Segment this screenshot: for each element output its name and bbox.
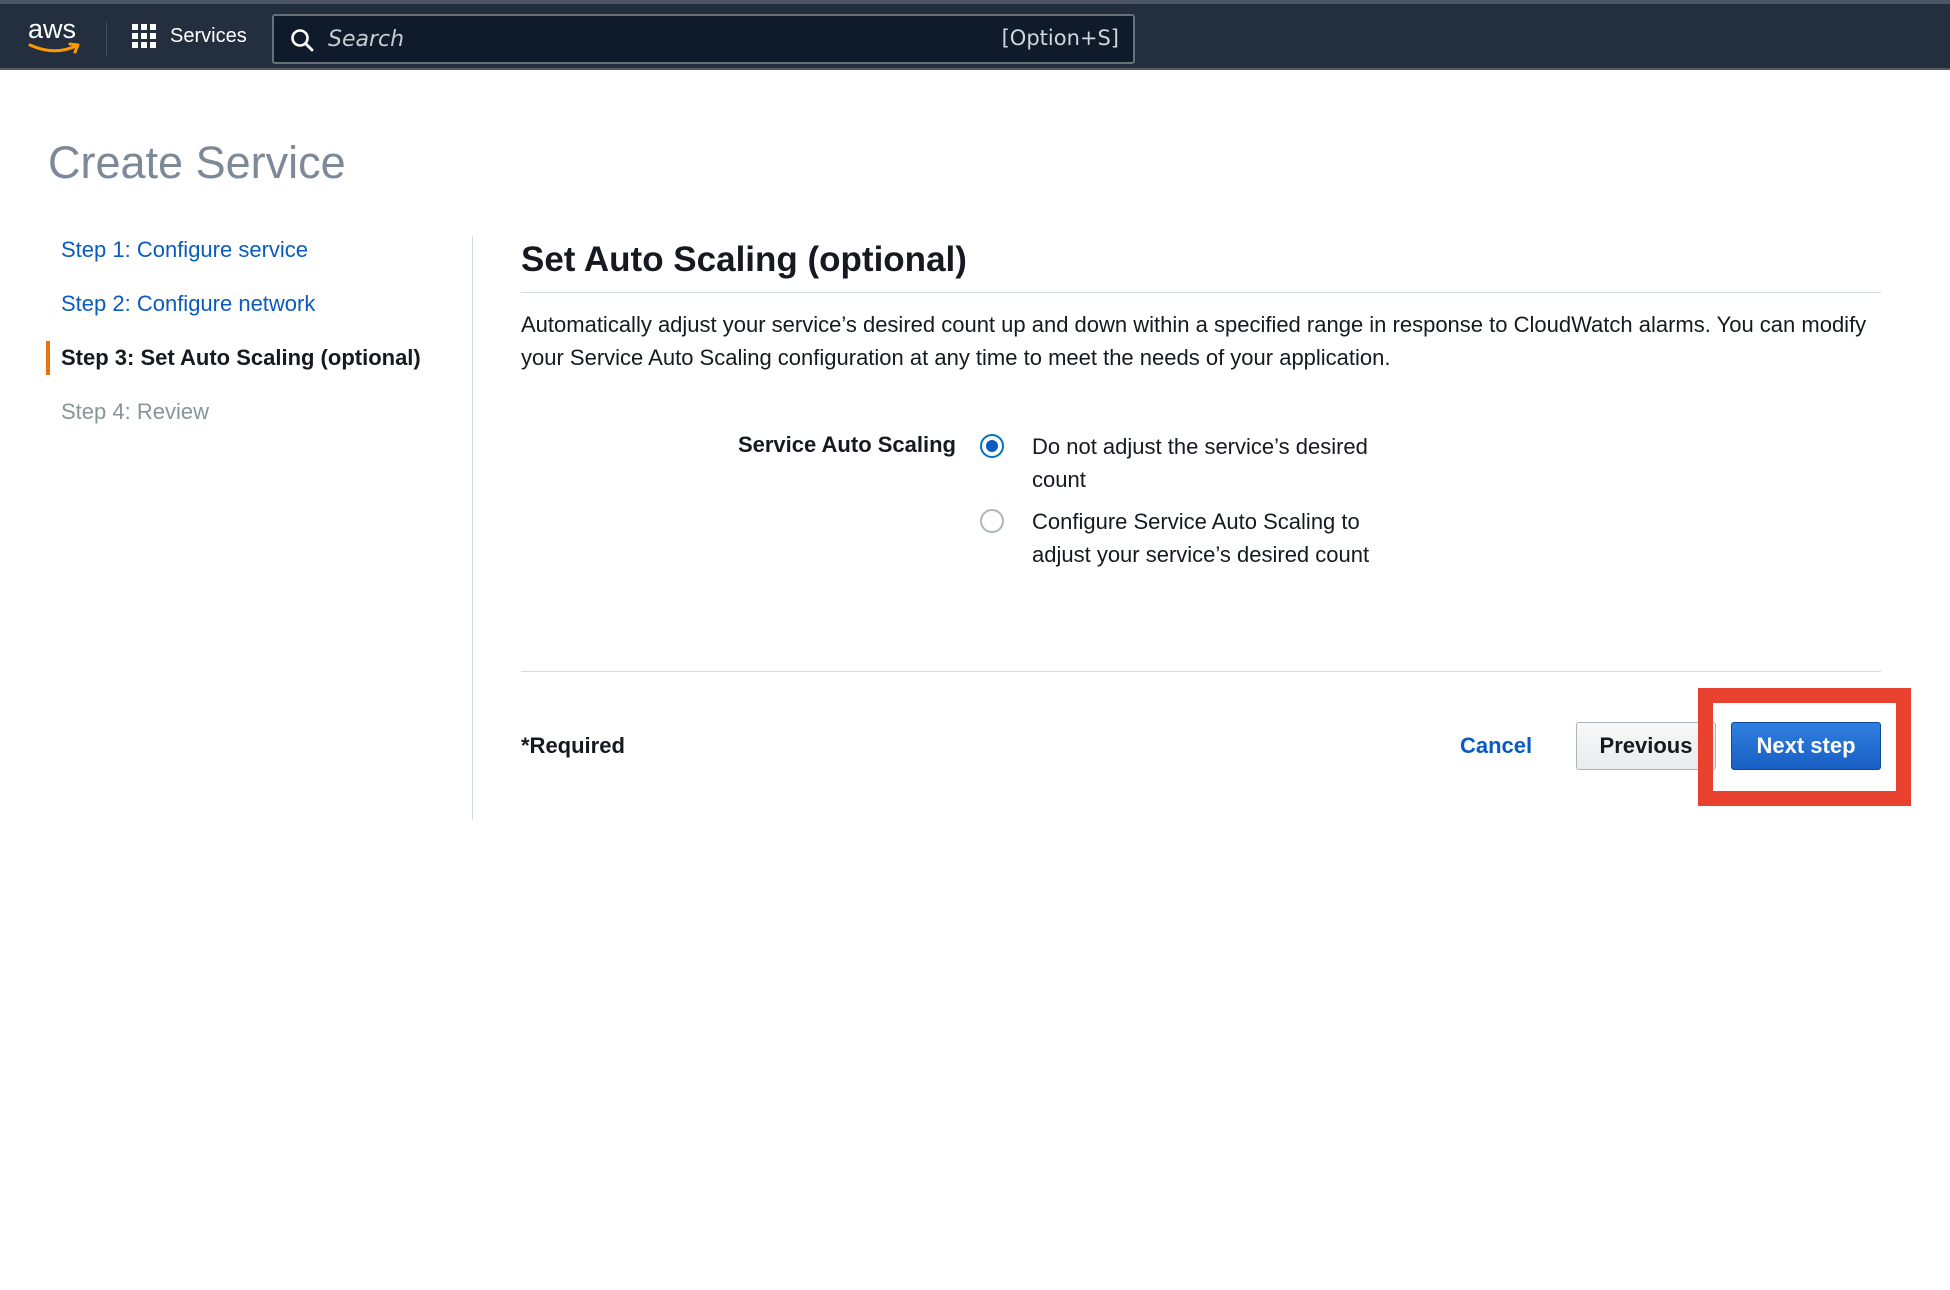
search-icon xyxy=(291,29,314,52)
step-1-configure-service-link[interactable]: Step 1: Configure service xyxy=(46,230,466,284)
radio-option-configure-auto-scaling[interactable]: Configure Service Auto Scaling to adjust… xyxy=(980,505,1400,571)
step-4-review-disabled: Step 4: Review xyxy=(61,399,209,424)
search-input[interactable] xyxy=(328,24,968,54)
top-navigation-bar: aws Services [Option+S] xyxy=(0,0,1950,70)
step-2-configure-network-link[interactable]: Step 2: Configure network xyxy=(46,284,466,338)
step-3-set-auto-scaling-current: Step 3: Set Auto Scaling (optional) xyxy=(46,338,466,392)
radio-option-do-not-adjust[interactable]: Do not adjust the service’s desired coun… xyxy=(980,430,1400,496)
service-auto-scaling-label: Service Auto Scaling xyxy=(737,432,956,457)
previous-button[interactable]: Previous xyxy=(1576,722,1716,770)
page-title: Create Service xyxy=(48,137,346,188)
sidebar-divider xyxy=(472,236,473,820)
wizard-steps-nav: Step 1: Configure service Step 2: Config… xyxy=(46,230,466,446)
aws-logo[interactable]: aws xyxy=(28,16,82,58)
radio-option-label: Configure Service Auto Scaling to adjust… xyxy=(1032,509,1370,567)
title-divider xyxy=(521,292,1881,293)
services-label: Services xyxy=(170,24,247,47)
search-shortcut-hint: [Option+S] xyxy=(1001,26,1119,50)
aws-logo-text: aws xyxy=(28,14,77,44)
radio-button-unselected[interactable] xyxy=(980,509,1004,533)
footer-divider xyxy=(521,671,1881,672)
cancel-link[interactable]: Cancel xyxy=(1460,733,1532,759)
required-note: *Required xyxy=(521,733,625,758)
services-menu-button[interactable]: Services xyxy=(132,24,247,48)
next-step-button[interactable]: Next step xyxy=(1731,722,1881,770)
nav-divider xyxy=(106,22,107,56)
radio-button-selected[interactable] xyxy=(980,434,1004,458)
section-title: Set Auto Scaling (optional) xyxy=(521,240,967,279)
aws-smile-icon xyxy=(28,42,80,54)
radio-option-label: Do not adjust the service’s desired coun… xyxy=(1032,434,1368,492)
app-grid-icon xyxy=(132,24,156,48)
section-description: Automatically adjust your service’s desi… xyxy=(521,312,1867,370)
search-box[interactable]: [Option+S] xyxy=(272,14,1135,64)
